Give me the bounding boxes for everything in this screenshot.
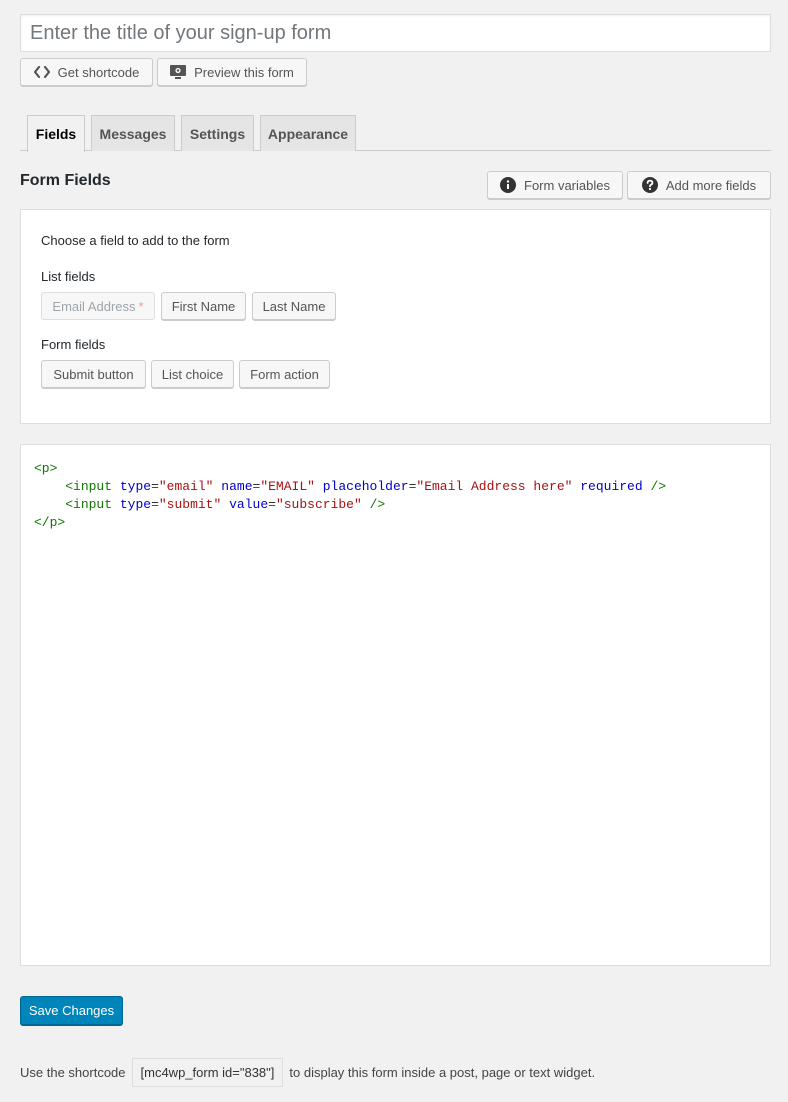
code-attr: value [229, 497, 269, 512]
preview-screen-icon [170, 65, 187, 79]
code-string: "subscribe" [275, 497, 362, 512]
field-button-label: Email Address [52, 298, 136, 314]
form-fields-label: Form fields [41, 337, 106, 352]
shortcode-note-before: Use the shortcode [20, 1064, 126, 1080]
field-button-email-address: Email Address * [41, 292, 155, 320]
code-tag: /> [369, 497, 386, 512]
settings-tabs: Fields Messages Settings Appearance [20, 115, 771, 152]
section-title: Form Fields [20, 172, 111, 189]
code-string: "Email Address here" [416, 479, 573, 494]
shortcode-note-after: to display this form inside a post, page… [289, 1064, 596, 1080]
get-shortcode-label: Get shortcode [57, 64, 140, 80]
get-shortcode-button[interactable]: Get shortcode [20, 58, 153, 86]
add-more-fields-label: Add more fields [665, 177, 757, 193]
shortcode-note: Use the shortcode [mc4wp_form id="838"] … [20, 1057, 595, 1087]
field-chooser-heading: Choose a field to add to the form [41, 233, 230, 248]
code-attr: type [119, 479, 152, 494]
field-chooser-panel: Choose a field to add to the form List f… [20, 209, 771, 424]
info-icon [500, 177, 517, 193]
field-button-last-name[interactable]: Last Name [252, 292, 336, 320]
save-changes-button[interactable]: Save Changes [20, 996, 123, 1025]
preview-form-label: Preview this form [194, 64, 294, 80]
code-tag: <p> [34, 461, 58, 476]
code-tag: </p> [34, 515, 66, 530]
code-string: "submit" [158, 497, 222, 512]
code-tag: /> [650, 479, 667, 494]
code-attr: type [119, 497, 152, 512]
preview-form-button[interactable]: Preview this form [157, 58, 307, 86]
code-line: </p> [34, 514, 757, 532]
required-mark: * [138, 298, 144, 314]
code-line: <input type="email" name="EMAIL" placeho… [65, 479, 667, 494]
field-button-submit[interactable]: Submit button [41, 360, 146, 388]
code-string: "email" [158, 479, 214, 494]
field-button-form-action[interactable]: Form action [239, 360, 330, 388]
code-attr: name [221, 479, 253, 494]
code-string: "EMAIL" [260, 479, 315, 494]
help-icon [641, 177, 658, 193]
tab-settings[interactable]: Settings [181, 115, 254, 151]
code-attr: placeholder [322, 479, 409, 494]
code-tag: <input [65, 497, 113, 512]
add-more-fields-button[interactable]: Add more fields [627, 171, 771, 199]
form-title-input[interactable] [20, 14, 771, 52]
form-code-editor[interactable]: <p> <input type="email" name="EMAIL" pla… [20, 444, 771, 966]
code-brackets-icon [33, 66, 50, 78]
form-variables-label: Form variables [524, 177, 610, 193]
code-line: <p> [34, 460, 757, 478]
field-button-list-choice[interactable]: List choice [151, 360, 234, 388]
tab-messages[interactable]: Messages [91, 115, 175, 151]
code-line: <input type="submit" value="subscribe" /… [65, 497, 386, 512]
tab-appearance[interactable]: Appearance [260, 115, 356, 151]
shortcode-value[interactable]: [mc4wp_form id="838"] [131, 1057, 284, 1087]
code-attr: required [580, 479, 643, 494]
tab-fields[interactable]: Fields [27, 115, 85, 152]
list-fields-label: List fields [41, 269, 96, 284]
field-button-first-name[interactable]: First Name [161, 292, 246, 320]
form-variables-button[interactable]: Form variables [487, 171, 623, 199]
code-tag: <input [65, 479, 113, 494]
